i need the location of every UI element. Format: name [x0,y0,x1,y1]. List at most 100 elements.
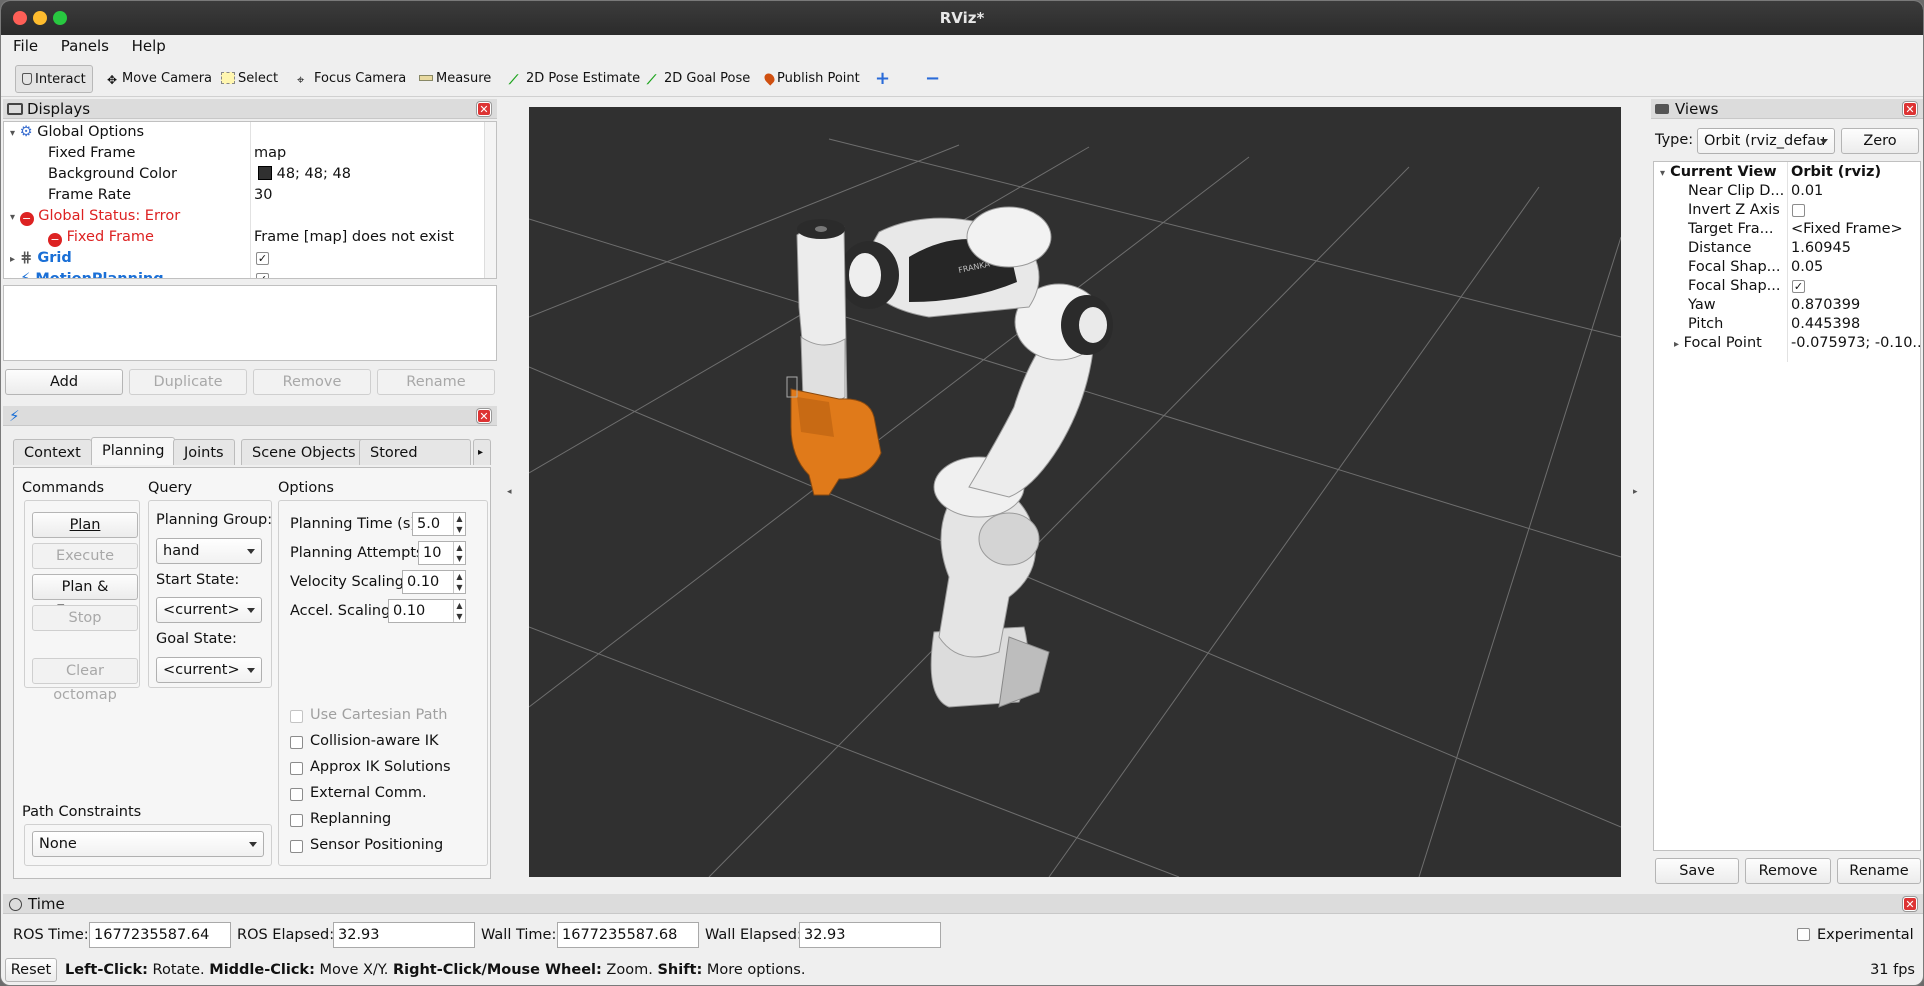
collapse-left-icon[interactable]: ◂ [507,487,512,497]
approx-ik-checkbox[interactable] [290,762,303,775]
sensor-positioning-checkbox[interactable] [290,840,303,853]
invert-z-checkbox[interactable] [1792,204,1805,217]
focus-camera-tool[interactable]: ⌖ Focus Camera [297,65,406,93]
chevron-right-icon: ▸ [1674,339,1680,350]
zero-button[interactable]: Zero [1841,128,1919,154]
clear-octomap-button[interactable]: Clear octomap [32,658,138,703]
add-button[interactable]: Add [5,369,123,395]
close-icon[interactable]: ✕ [477,102,491,116]
focus-camera-label: Focus Camera [314,71,407,86]
view-prop-value[interactable]: 0.870399 [1791,295,1860,316]
planning-attempts-spinbox[interactable]: 10 ▲ ▼ [418,541,466,565]
select-tool[interactable]: Select [221,65,278,93]
focal-shape-checkbox[interactable]: ✓ [1792,280,1805,293]
grid-checkbox[interactable]: ✓ [256,252,269,265]
move-camera-label: Move Camera [122,71,213,86]
start-state-select[interactable]: <current> [156,597,262,623]
menu-file[interactable]: File [7,35,44,55]
tree-row-global-options[interactable]: ▾ ⚙ Global Options [10,122,144,143]
close-window-icon[interactable] [13,11,27,25]
view-prop-value[interactable]: 0.01 [1791,181,1823,202]
hand-cursor-icon [22,73,32,85]
goal-pose-tool[interactable]: ⟋ 2D Goal Pose [647,65,750,93]
path-constraints-select[interactable]: None [32,831,264,857]
planning-group-label: Planning Group: [156,512,273,528]
ruler-icon [419,75,433,81]
tab-scene-objects[interactable]: Scene Objects [241,439,367,465]
view-type-select[interactable]: Orbit (rviz_defau [1697,128,1835,154]
motion-planning-checkbox[interactable]: ✓ [256,273,269,278]
views-title: Views [1675,100,1719,118]
minimize-window-icon[interactable] [33,11,47,25]
view-prop-value[interactable]: 0.05 [1791,257,1823,278]
view-prop-value[interactable]: 1.60945 [1791,238,1851,259]
wall-elapsed-field[interactable]: 32.93 [799,922,941,948]
menu-help[interactable]: Help [126,35,172,55]
tab-scroll-right-icon[interactable]: ▸ [473,439,491,465]
cartesian-path-checkbox[interactable] [290,710,303,723]
tab-joints[interactable]: Joints [173,439,235,465]
stop-button[interactable]: Stop [32,605,138,631]
focal-point-row[interactable]: ▸ Focal Point [1674,333,1762,354]
tab-stored-scenes[interactable]: Stored Scene [359,439,471,465]
close-icon[interactable]: ✕ [1903,897,1917,911]
tree-row-motion-planning[interactable]: ▸ ⚡ MotionPlanning [10,269,164,278]
spin-arrows-icon[interactable]: ▲ ▼ [453,513,465,535]
move-camera-tool[interactable]: ✥ Move Camera [105,65,212,93]
frame-rate-value[interactable]: 30 [254,185,272,206]
view-prop-value[interactable]: <Fixed Frame> [1791,219,1903,240]
spin-arrows-icon[interactable]: ▲ ▼ [453,571,465,593]
tab-planning[interactable]: Planning [91,437,176,465]
menu-panels[interactable]: Panels [55,35,115,55]
external-comm-checkbox[interactable] [290,788,303,801]
spin-arrows-icon[interactable]: ▲ ▼ [453,542,465,564]
fixed-frame-value[interactable]: map [254,143,286,164]
publish-point-tool[interactable]: Publish Point [762,65,860,93]
duplicate-button[interactable]: Duplicate [129,369,247,395]
clock-icon [9,898,22,911]
maximize-window-icon[interactable] [53,11,67,25]
close-icon[interactable]: ✕ [1903,102,1917,116]
tab-context[interactable]: Context [13,439,92,465]
remove-tool-icon[interactable]: − [925,65,940,93]
ros-elapsed-field[interactable]: 32.93 [333,922,475,948]
background-color-value[interactable]: 48; 48; 48 [258,164,351,185]
save-view-button[interactable]: Save [1655,858,1739,884]
robot-wrist [796,219,848,421]
rename-view-button[interactable]: Rename [1837,858,1921,884]
accel-scaling-spinbox[interactable]: 0.10 ▲ ▼ [388,599,466,623]
pose-estimate-tool[interactable]: ⟋ 2D Pose Estimate [509,65,640,93]
view-prop-value[interactable]: -0.075973; -0.10... [1791,333,1920,354]
tree-row-global-status[interactable]: ▾ − Global Status: Error [10,206,180,227]
planning-time-spinbox[interactable]: 5.0 ▲ ▼ [412,512,466,536]
reset-button[interactable]: Reset [5,958,57,982]
view-prop-value[interactable]: 0.445398 [1791,314,1860,335]
rename-display-button[interactable]: Rename [377,369,495,395]
ros-time-field[interactable]: 1677235587.64 [89,922,231,948]
execute-button[interactable]: Execute [32,543,138,569]
goal-state-select[interactable]: <current> [156,657,262,683]
plan-button[interactable]: Plan [32,512,138,538]
planning-group-select[interactable]: hand [156,538,262,564]
experimental-checkbox[interactable] [1797,928,1810,941]
velocity-scaling-spinbox[interactable]: 0.10 ▲ ▼ [402,570,466,594]
plan-execute-button[interactable]: Plan & Execute [32,574,138,619]
current-view-row[interactable]: ▾ Current View [1660,162,1777,183]
measure-tool[interactable]: Measure [419,65,491,93]
close-icon[interactable]: ✕ [477,409,491,423]
status-hint: Left-Click: Rotate. Middle-Click: Move X… [65,962,805,978]
remove-view-button[interactable]: Remove [1745,858,1831,884]
remove-display-button[interactable]: Remove [253,369,371,395]
replanning-checkbox[interactable] [290,814,303,827]
add-tool-icon[interactable]: + [875,65,890,93]
collapse-right-icon[interactable]: ▸ [1633,487,1638,497]
chevron-right-icon: ▸ [10,254,16,265]
tree-row-grid[interactable]: ▸ ⋕ Grid [10,248,72,269]
wall-time-field[interactable]: 1677235587.68 [557,922,699,948]
collision-ik-checkbox[interactable] [290,736,303,749]
render-viewport[interactable]: FRANKA [529,107,1621,877]
path-constraints-value: None [39,836,77,852]
tree-scrollbar[interactable] [484,122,496,278]
interact-tool[interactable]: Interact [15,65,93,93]
spin-arrows-icon[interactable]: ▲ ▼ [453,600,465,622]
